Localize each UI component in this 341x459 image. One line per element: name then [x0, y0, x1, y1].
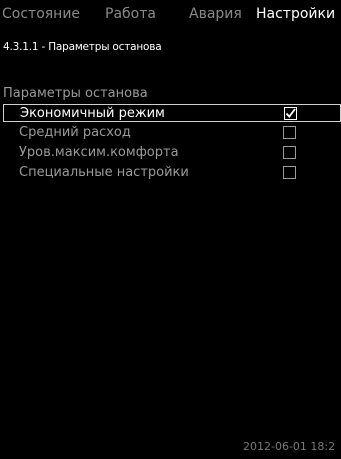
checkmark-icon [285, 108, 296, 119]
option-label: Средний расход [19, 125, 131, 140]
tab-bar: Состояние Работа Авария Настройки [0, 0, 341, 32]
option-max-comfort[interactable]: Уров.максим.комфорта [3, 144, 341, 162]
tab-status[interactable]: Состояние [2, 6, 80, 22]
checkbox-special-settings[interactable] [283, 166, 296, 179]
tab-operation[interactable]: Работа [105, 6, 156, 22]
checkbox-average-flow[interactable] [283, 126, 296, 139]
option-label: Уров.максим.комфорта [19, 145, 179, 160]
checkbox-max-comfort[interactable] [283, 146, 296, 159]
timestamp: 2012-06-01 18:2 [243, 440, 336, 453]
option-label: Экономичный режим [20, 106, 165, 121]
option-special-settings[interactable]: Специальные настройки [3, 164, 341, 182]
tab-alarm[interactable]: Авария [189, 6, 242, 22]
section-title: Параметры останова [3, 86, 148, 101]
option-label: Специальные настройки [19, 165, 189, 180]
option-average-flow[interactable]: Средний расход [3, 124, 341, 142]
breadcrumb: 4.3.1.1 - Параметры останова [3, 41, 162, 53]
option-economy-mode[interactable]: Экономичный режим [3, 104, 341, 122]
checkbox-economy-mode[interactable] [284, 107, 297, 120]
tab-settings[interactable]: Настройки [256, 6, 335, 22]
screen: Состояние Работа Авария Настройки 4.3.1.… [0, 0, 341, 459]
